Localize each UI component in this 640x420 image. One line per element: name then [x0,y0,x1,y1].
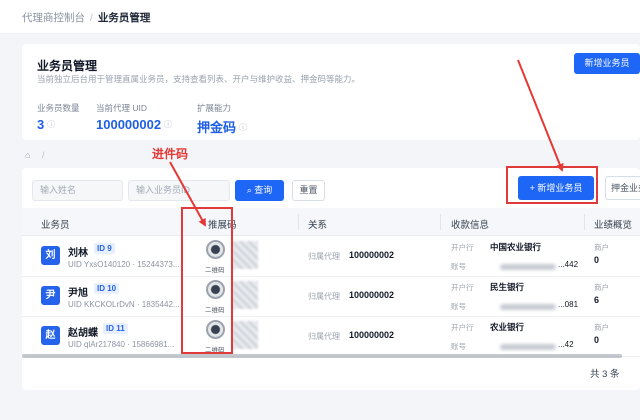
info-icon: ⓘ [164,120,173,129]
blurred-account [500,264,556,270]
blurred-account [500,304,556,310]
reset-button[interactable]: 重置 [292,180,325,201]
breadcrumb-parent[interactable]: 代理商控制台 [22,12,85,24]
account-tail: ...081 [558,300,579,309]
avatar: 刘 [41,246,60,265]
stat-count-label: 业务员数量 [37,103,80,113]
salesperson-name: 刘林 [68,248,88,259]
search-label: 查询 [254,185,273,195]
add-button-highlight [506,166,598,204]
account-key: 账号 [451,302,466,311]
blurred-qr-code [232,281,258,309]
breadcrumb-separator: / [90,12,93,24]
home-icon[interactable]: ⌂ [25,150,30,160]
table-row[interactable]: 刘 刘林 ID 9 UID YxsO140120 · 15244373... 二… [22,237,640,277]
perf-value: 0 [594,255,600,265]
perf-key: 商户 [594,243,609,252]
avatar: 尹 [41,286,60,305]
name-search-input[interactable]: 输入姓名 [32,180,123,201]
account-tail: ...442 [558,260,579,269]
bank-key: 开户行 [451,243,474,252]
deposit-business-button[interactable]: 押金业务 [605,176,640,200]
table-header: 业务员 推展码 关系 收款信息 业绩概览 [22,208,640,236]
relation-key: 归属代理 [308,332,340,341]
overview-panel: 业务员管理 当前独立后台用于管理直属业务员，支持查看列表、开户与维护收益、押金码… [22,44,640,140]
column-header: 关系 [308,220,328,231]
uid-text: UID qlAr217840 · 15866981... [68,340,175,349]
relation-value: 100000002 [349,290,395,300]
breadcrumb-current: 业务员管理 [97,12,151,24]
add-salesperson-button-top[interactable]: 新增业务员 [574,53,640,74]
annotation-label: 进件码 [152,147,189,161]
bank-name: 民生银行 [490,282,525,292]
relation-key: 归属代理 [308,292,340,301]
uid-text: UID YxsO140120 · 15244373... [68,260,180,269]
blurred-account [500,344,556,350]
search-button[interactable]: ⌕ 查询 [235,180,284,201]
stat-capability: 扩展能力 押金码 ⓘ [197,102,247,136]
blurred-qr-code [232,321,258,349]
column-header: 业务员 [41,220,70,231]
column-header: 业绩概览 [594,220,633,231]
relation-key: 归属代理 [308,252,340,261]
id-badge: ID 10 [94,283,120,294]
stat-count: 业务员数量 3 ⓘ [37,102,80,132]
perf-value: 6 [594,295,600,305]
horizontal-scrollbar[interactable] [22,354,622,358]
perf-key: 商户 [594,283,609,292]
page-title: 业务员管理 [37,59,98,73]
column-header: 收款信息 [451,220,490,231]
uid-text: UID KKCKOLrDvN · 1835442... [68,300,180,309]
stat-uid: 当前代理 UID 100000002 ⓘ [96,102,172,132]
relation-value: 100000002 [349,330,395,340]
salesperson-name: 赵胡蝶 [68,328,98,339]
stat-uid-value: 100000002 [96,117,162,132]
id-search-input[interactable]: 输入业务员ID [128,180,230,201]
perf-value: 0 [594,335,600,345]
id-badge: ID 11 [103,323,128,334]
info-icon: ⓘ [239,123,248,132]
account-key: 账号 [451,262,466,271]
bank-name: 农业银行 [490,322,525,332]
relation-value: 100000002 [349,250,395,260]
account-tail: ...42 [558,340,574,349]
total-count: 共 3 条 [590,369,620,380]
bank-key: 开户行 [451,283,474,292]
breadcrumb: 代理商控制台 / 业务员管理 [22,10,150,25]
qr-column-highlight [181,207,233,354]
top-bar: 代理商控制台 / 业务员管理 [0,0,640,34]
bank-name: 中国农业银行 [490,242,542,252]
id-badge: ID 9 [94,243,115,254]
stat-uid-label: 当前代理 UID [96,103,148,113]
blurred-qr-code [232,241,258,269]
bank-key: 开户行 [451,323,474,332]
table-row[interactable]: 尹 尹旭 ID 10 UID KKCKOLrDvN · 1835442... 二… [22,277,640,317]
salesperson-name: 尹旭 [68,288,88,299]
perf-key: 商户 [594,323,609,332]
info-icon: ⓘ [47,120,56,129]
stat-capability-value: 押金码 [197,120,237,135]
stat-count-value: 3 [37,117,45,132]
account-key: 账号 [451,342,466,351]
stat-capability-label: 扩展能力 [197,103,232,113]
home-separator: / [42,150,45,160]
table-row[interactable]: 赵 赵胡蝶 ID 11 UID qlAr217840 · 15866981...… [22,317,640,357]
page-description: 当前独立后台用于管理直属业务员，支持查看列表、开户与维护收益、押金码等能力。 [37,74,361,84]
avatar: 赵 [41,326,60,345]
